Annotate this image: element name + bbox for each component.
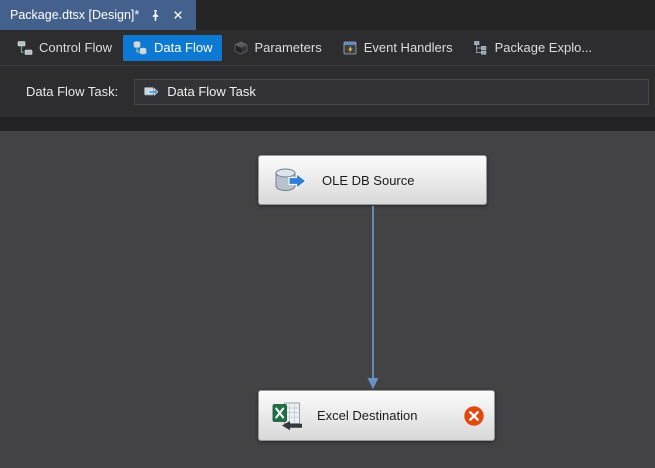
tab-parameters[interactable]: Parameters	[224, 35, 331, 61]
node-label: Excel Destination	[317, 408, 418, 423]
document-tab-bar: Package.dtsx [Design]*	[0, 0, 655, 30]
tab-control-flow[interactable]: Control Flow	[8, 35, 121, 61]
pin-icon[interactable]	[148, 8, 162, 22]
tab-event-handlers[interactable]: Event Handlers	[333, 35, 462, 61]
tab-label: Package Explo...	[494, 40, 593, 55]
node-label: OLE DB Source	[322, 172, 415, 188]
data-flow-task-value: Data Flow Task	[167, 84, 256, 99]
excel-destination-node[interactable]: Excel Destination	[258, 390, 495, 441]
data-flow-path[interactable]	[366, 206, 380, 390]
tab-package-explorer[interactable]: Package Explo...	[464, 35, 602, 61]
data-flow-task-label: Data Flow Task:	[26, 84, 119, 99]
control-flow-icon	[17, 40, 33, 56]
data-flow-task-icon	[143, 84, 159, 100]
ole-db-source-node[interactable]: OLE DB Source	[258, 155, 487, 205]
tab-label: Control Flow	[39, 40, 112, 55]
error-badge[interactable]	[463, 405, 485, 427]
parameters-icon	[233, 40, 249, 56]
tab-label: Data Flow	[153, 40, 213, 55]
tab-data-flow[interactable]: Data Flow	[122, 34, 222, 61]
data-flow-icon	[132, 40, 148, 56]
tab-label: Parameters	[254, 40, 322, 55]
designer-separator	[0, 117, 655, 131]
ole-db-source-icon	[272, 165, 308, 195]
data-flow-task-combo[interactable]: Data Flow Task	[134, 78, 649, 105]
document-tab-title: Package.dtsx [Design]*	[10, 8, 140, 22]
close-icon[interactable]	[171, 8, 185, 22]
data-flow-task-row: Data Flow Task: Data Flow Task	[0, 65, 655, 117]
data-flow-design-surface[interactable]: OLE DB Source Excel Destination	[0, 131, 655, 468]
tab-label: Event Handlers	[363, 40, 453, 55]
event-handlers-icon	[342, 40, 358, 56]
document-tab[interactable]: Package.dtsx [Design]*	[0, 0, 197, 30]
excel-destination-icon	[271, 401, 305, 431]
package-explorer-icon	[473, 40, 489, 56]
designer-tab-strip: Control Flow Data Flow Parameters Event …	[0, 30, 655, 65]
